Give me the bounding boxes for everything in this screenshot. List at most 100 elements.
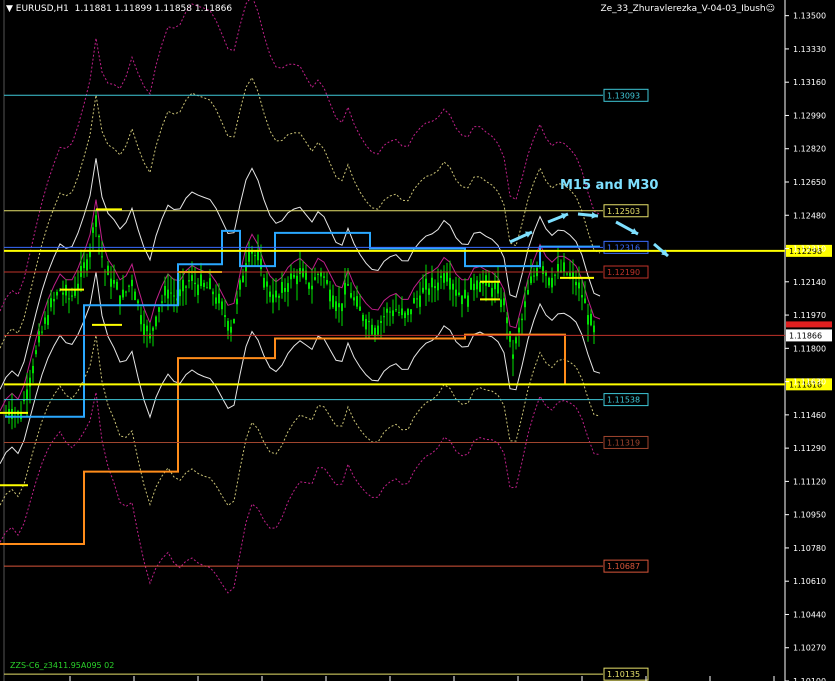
candle-body bbox=[116, 281, 118, 290]
candle-body bbox=[449, 277, 451, 290]
candle-body bbox=[590, 313, 592, 326]
candle-body bbox=[443, 273, 445, 283]
candle-body bbox=[452, 283, 454, 290]
candle-body bbox=[224, 315, 226, 318]
candle-body bbox=[320, 272, 322, 277]
y-tick-label: 1.11290 bbox=[793, 444, 826, 453]
y-tick-label: 1.10780 bbox=[793, 544, 826, 553]
candle-body bbox=[68, 298, 70, 300]
candle-body bbox=[221, 301, 223, 310]
candle-body bbox=[554, 274, 556, 276]
candle-body bbox=[419, 295, 421, 307]
candle-body bbox=[5, 414, 7, 416]
candle-body bbox=[257, 251, 259, 261]
candle-body bbox=[587, 315, 589, 325]
candle-body bbox=[491, 288, 493, 297]
candle-body bbox=[197, 284, 199, 296]
y-tick-label: 1.11630 bbox=[793, 378, 826, 387]
candle-body bbox=[329, 289, 331, 302]
candle-body bbox=[575, 281, 577, 286]
candle-body bbox=[389, 311, 391, 313]
level-label: 1.10687 bbox=[607, 562, 640, 571]
candle-body bbox=[212, 291, 214, 295]
candle-body bbox=[392, 310, 394, 317]
candle-body bbox=[203, 282, 205, 288]
candle-body bbox=[56, 291, 58, 296]
candle-body bbox=[497, 282, 499, 294]
y-tick-label: 1.12650 bbox=[793, 178, 826, 187]
candle-body bbox=[38, 331, 40, 343]
candle-body bbox=[47, 315, 49, 325]
candle-body bbox=[35, 350, 37, 355]
price-chart: 1.130931.125031.12316 1.122981.121901.116… bbox=[0, 0, 835, 681]
candle-body bbox=[347, 284, 349, 286]
candle-body bbox=[374, 327, 376, 337]
candle-body bbox=[476, 280, 478, 290]
y-tick-label: 1.12480 bbox=[793, 211, 826, 220]
candle-body bbox=[563, 262, 565, 273]
candle-body bbox=[239, 280, 241, 290]
candle-body bbox=[401, 308, 403, 316]
candle-body bbox=[101, 256, 103, 258]
candle-body bbox=[509, 331, 511, 342]
candle-body bbox=[296, 275, 298, 285]
y-tick-label: 1.12310 bbox=[793, 245, 826, 254]
candle-body bbox=[593, 325, 595, 333]
candle-body bbox=[200, 274, 202, 287]
y-tick-label: 1.13500 bbox=[793, 12, 826, 21]
candle-body bbox=[275, 290, 277, 298]
candle-body bbox=[272, 294, 274, 303]
candle-body bbox=[230, 326, 232, 333]
candle-body bbox=[380, 320, 382, 323]
candle-body bbox=[185, 286, 187, 288]
candle-body bbox=[188, 280, 190, 282]
candle-body bbox=[464, 289, 466, 299]
y-tick-label: 1.10270 bbox=[793, 644, 826, 653]
y-tick-label: 1.12820 bbox=[793, 145, 826, 154]
y-tick-label: 1.13330 bbox=[793, 45, 826, 54]
ohlc-values: 1.11881 1.11899 1.11858 1.11866 bbox=[74, 4, 233, 14]
candle-body bbox=[311, 285, 313, 290]
candle-body bbox=[551, 277, 553, 288]
candle-body bbox=[113, 279, 115, 284]
level-label: 1.12503 bbox=[607, 207, 640, 216]
candle-body bbox=[314, 277, 316, 280]
candle-body bbox=[191, 275, 193, 282]
candle-body bbox=[236, 298, 238, 305]
candle-body bbox=[395, 309, 397, 311]
candle-body bbox=[155, 316, 157, 327]
candle-body bbox=[383, 316, 385, 318]
candle-body bbox=[293, 274, 295, 278]
candle-body bbox=[326, 279, 328, 284]
candle-body bbox=[32, 365, 34, 374]
candle-body bbox=[122, 289, 124, 298]
candle-body bbox=[143, 323, 145, 336]
candle-body bbox=[26, 389, 28, 400]
candle-body bbox=[134, 291, 136, 301]
candle-body bbox=[359, 306, 361, 311]
candle-body bbox=[548, 277, 550, 286]
candle-body bbox=[557, 264, 559, 273]
candle-body bbox=[530, 276, 532, 284]
candle-body bbox=[344, 282, 346, 295]
candle-body bbox=[137, 300, 139, 304]
candle-body bbox=[149, 333, 151, 339]
candle-body bbox=[182, 279, 184, 292]
candle-body bbox=[413, 298, 415, 304]
candle-body bbox=[140, 315, 142, 325]
level-label: 1.11538 bbox=[607, 396, 640, 405]
candle-body bbox=[488, 282, 490, 287]
candle-body bbox=[110, 278, 112, 287]
candle-body bbox=[206, 287, 208, 289]
candle-body bbox=[407, 309, 409, 316]
candle-body bbox=[173, 295, 175, 297]
candle-body bbox=[152, 327, 154, 331]
candle-body bbox=[425, 278, 427, 290]
candle-body bbox=[524, 301, 526, 308]
candle-body bbox=[362, 314, 364, 321]
candle-body bbox=[470, 277, 472, 290]
candle-body bbox=[209, 278, 211, 289]
candle-body bbox=[428, 288, 430, 295]
candle-body bbox=[266, 281, 268, 287]
candle-body bbox=[350, 293, 352, 298]
